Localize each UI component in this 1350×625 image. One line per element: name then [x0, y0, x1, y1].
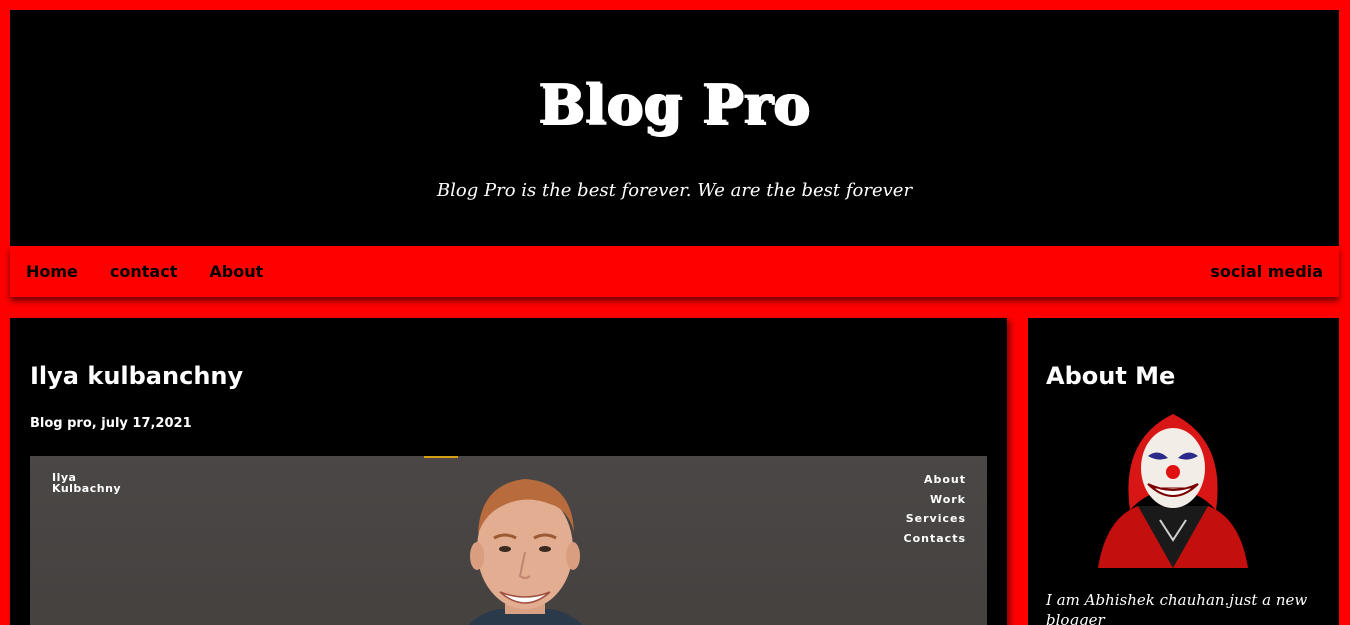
main-nav: Home contact About social media	[10, 246, 1339, 297]
image-menu-work: Work	[929, 492, 966, 506]
image-name-line2: Kulbachny	[52, 482, 122, 495]
image-name-text: Ilya Kulbachny	[52, 472, 121, 494]
site-title[interactable]: Blog Pro	[10, 72, 1339, 136]
blog-post: Ilya kulbanchny Blog pro, july 17,2021 I…	[10, 318, 1007, 625]
site-header: Blog Pro Blog Pro is the best forever. W…	[10, 10, 1339, 246]
avatar	[1098, 414, 1248, 568]
nav-item-about[interactable]: About	[209, 262, 263, 281]
nav-item-contact[interactable]: contact	[110, 262, 177, 281]
image-accent-bar	[424, 456, 458, 458]
post-image[interactable]: Ilya Kulbachny About Work Services Conta…	[30, 456, 987, 625]
person-photo	[468, 479, 583, 625]
image-menu-about: About	[923, 473, 966, 486]
nav-item-home[interactable]: Home	[26, 262, 78, 281]
nav-item-social-media[interactable]: social media	[1210, 262, 1323, 281]
sidebar: About Me I am Abhishek chauhan.just a ne…	[1028, 318, 1339, 625]
sidebar-title: About Me	[1046, 362, 1176, 390]
image-menu-services: Services	[905, 512, 966, 525]
about-text: I am Abhishek chauhan.just a new blogger	[1046, 591, 1308, 625]
site-tagline: Blog Pro is the best forever. We are the…	[436, 180, 913, 201]
post-meta: Blog pro, july 17,2021	[30, 416, 192, 431]
post-title[interactable]: Ilya kulbanchny	[30, 362, 243, 390]
image-menu-contacts: Contacts	[903, 531, 966, 545]
image-menu: About Work Services Contacts	[904, 470, 966, 548]
